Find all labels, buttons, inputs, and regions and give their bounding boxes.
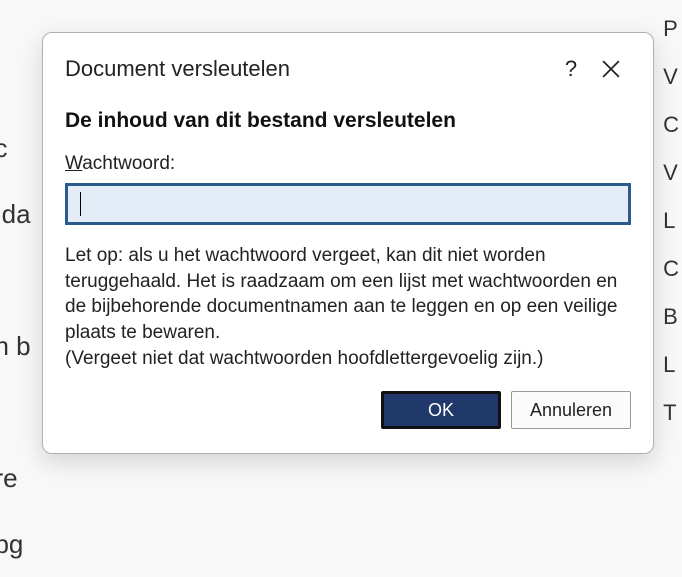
help-icon: ? [565, 56, 577, 82]
close-icon [602, 60, 620, 78]
bg-left-text: ec e da an b ere opg [0, 115, 31, 577]
dialog-content: De inhoud van dit bestand versleutelen W… [43, 99, 653, 453]
cancel-button[interactable]: Annuleren [511, 391, 631, 429]
password-input[interactable] [68, 186, 628, 222]
bg-right-text: P V C V L C B L T [663, 5, 679, 437]
close-button[interactable] [591, 49, 631, 89]
dialog-heading: De inhoud van dit bestand versleutelen [65, 109, 631, 133]
help-button[interactable]: ? [551, 49, 591, 89]
warning-text: Let op: als u het wachtwoord vergeet, ka… [65, 243, 631, 371]
dialog-title: Document versleutelen [65, 56, 551, 82]
encrypt-document-dialog: Document versleutelen ? De inhoud van di… [42, 32, 654, 454]
text-cursor [80, 192, 81, 216]
password-label: Wachtwoord: [65, 153, 631, 175]
dialog-buttons: OK Annuleren [65, 391, 631, 435]
dialog-titlebar: Document versleutelen ? [43, 33, 653, 99]
password-field-wrap [65, 183, 631, 225]
ok-button[interactable]: OK [381, 391, 501, 429]
